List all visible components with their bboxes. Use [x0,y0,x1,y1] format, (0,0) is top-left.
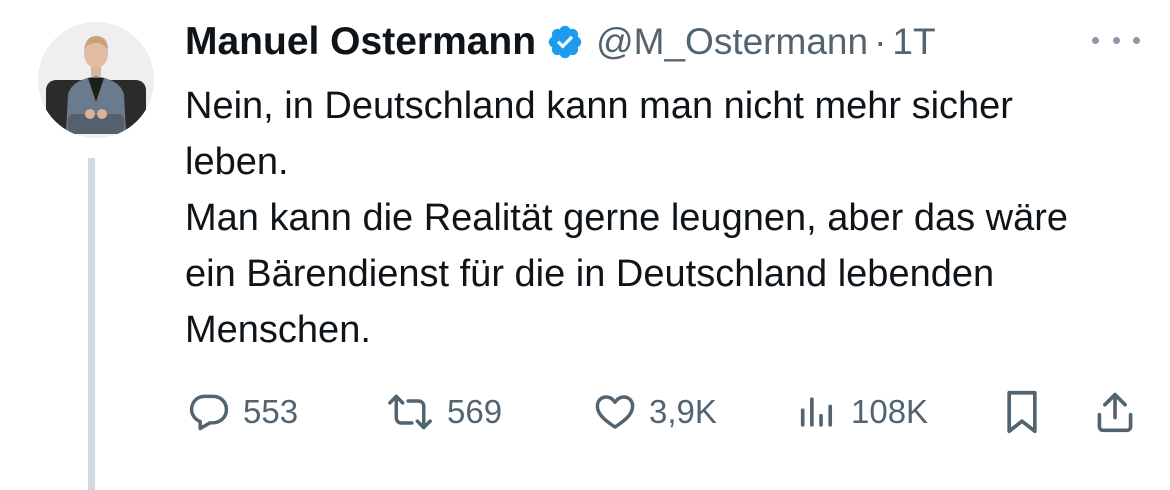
reply-icon [187,390,231,434]
avatar-photo [38,22,154,138]
bookmark-button[interactable] [1000,384,1044,440]
avatar[interactable] [38,22,154,138]
views-button[interactable]: 108K [795,384,928,440]
tweet-header: Manuel Ostermann @M_Ostermann · 1T [185,14,936,70]
retweet-icon [385,390,435,434]
author-handle[interactable]: @M_Ostermann [596,21,868,63]
bookmark-icon [1000,388,1044,436]
separator-dot: · [874,21,887,62]
tweet: Manuel Ostermann @M_Ostermann · 1T Nein,… [0,0,1170,490]
tweet-text-paragraph: Nein, in Deutschland kann man nicht mehr… [185,85,1013,183]
reply-count: 553 [243,393,299,430]
tweet-text: Nein, in Deutschland kann man nicht mehr… [185,78,1145,358]
heart-icon [593,390,637,434]
more-dot [1112,36,1120,44]
views-icon [795,390,839,434]
share-button[interactable] [1093,384,1137,440]
reply-button[interactable]: 553 [187,384,298,440]
author-display-name[interactable]: Manuel Ostermann [185,20,536,64]
like-button[interactable]: 3,9K [593,384,717,440]
views-count: 108K [851,393,929,430]
retweet-button[interactable]: 569 [385,384,502,440]
retweet-count: 569 [447,393,503,430]
share-icon [1093,388,1137,436]
like-count: 3,9K [649,393,717,430]
action-bar: 553 569 3,9K 108K [185,384,1145,440]
tweet-text-paragraph: Man kann die Realität gerne leugnen, abe… [185,197,1069,351]
timestamp[interactable]: 1T [892,21,935,63]
verified-badge-icon [546,23,584,61]
more-dot [1092,36,1099,44]
thread-line [88,158,95,490]
more-options-icon[interactable] [1092,30,1140,50]
more-dot [1133,36,1140,44]
